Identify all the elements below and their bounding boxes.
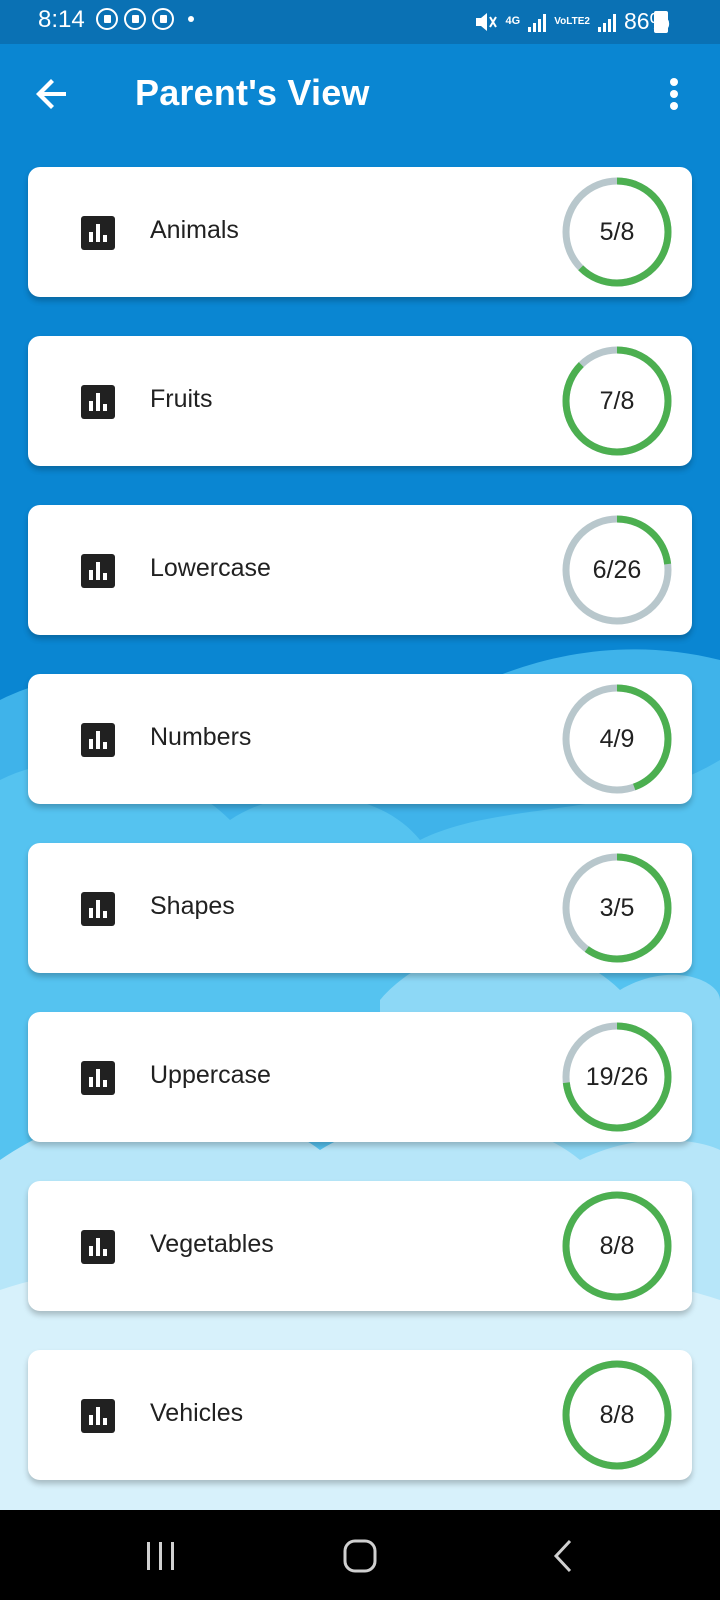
progress-ring: 7/8	[561, 345, 673, 457]
progress-text: 5/8	[599, 218, 635, 246]
category-card[interactable]: Animals 5/8	[28, 167, 692, 297]
status-indicators: 4G VoLTE2 86%	[474, 8, 670, 35]
signal-icon	[597, 12, 616, 32]
notification-icons	[96, 8, 194, 30]
progress-text: 19/26	[585, 1063, 649, 1091]
category-card[interactable]: Numbers 4/9	[28, 674, 692, 804]
recent-apps-button[interactable]	[145, 1540, 177, 1572]
bar-chart-icon	[81, 1399, 115, 1433]
progress-ring: 4/9	[561, 683, 673, 795]
progress-ring: 5/8	[561, 176, 673, 288]
nav-back-button[interactable]	[548, 1538, 578, 1574]
category-card[interactable]: Shapes 3/5	[28, 843, 692, 973]
bar-chart-icon	[81, 723, 115, 757]
home-button[interactable]	[342, 1538, 378, 1574]
bar-chart-icon	[81, 1230, 115, 1264]
back-button[interactable]	[28, 70, 76, 118]
progress-ring: 19/26	[561, 1021, 673, 1133]
progress-text: 6/26	[592, 556, 642, 584]
bar-chart-icon	[81, 892, 115, 926]
notification-app-icon	[124, 8, 146, 30]
progress-text: 8/8	[599, 1401, 635, 1429]
category-card[interactable]: Uppercase 19/26	[28, 1012, 692, 1142]
more-vert-icon	[670, 78, 678, 110]
page-title: Parent's View	[135, 72, 370, 113]
status-bar: 8:14 4G VoLTE2 86%	[0, 0, 720, 44]
category-card[interactable]: Vehicles 8/8	[28, 1350, 692, 1480]
category-label: Animals	[150, 216, 239, 244]
home-icon	[343, 1539, 377, 1573]
category-label: Uppercase	[150, 1061, 271, 1089]
mute-icon	[475, 12, 497, 31]
bar-chart-icon	[81, 554, 115, 588]
bar-chart-icon	[81, 1061, 115, 1095]
category-label: Vegetables	[150, 1230, 274, 1258]
network-type-label: 4G	[505, 15, 521, 27]
progress-text: 4/9	[599, 725, 635, 753]
category-label: Vehicles	[150, 1399, 244, 1427]
system-nav-bar	[0, 1510, 720, 1600]
category-label: Shapes	[150, 892, 235, 920]
app-bar: Parent's View	[0, 44, 720, 144]
category-card[interactable]: Vegetables 8/8	[28, 1181, 692, 1311]
whatsapp-icon	[152, 8, 174, 30]
category-list: Animals 5/8 Fruits 7/8 Lowercase 6/26 Nu…	[28, 167, 692, 1519]
category-card[interactable]: Lowercase 6/26	[28, 505, 692, 635]
progress-ring: 8/8	[561, 1190, 673, 1302]
signal-icon	[528, 12, 547, 32]
bar-chart-icon	[81, 385, 115, 419]
battery-icon	[654, 11, 668, 33]
progress-ring: 3/5	[561, 852, 673, 964]
notification-app-icon	[96, 8, 118, 30]
progress-ring: 8/8	[561, 1359, 673, 1471]
progress-text: 3/5	[599, 894, 635, 922]
more-options-button[interactable]	[650, 70, 698, 118]
progress-text: 8/8	[599, 1232, 635, 1260]
category-label: Numbers	[150, 723, 252, 751]
more-notifications-dot-icon	[188, 16, 194, 22]
category-card[interactable]: Fruits 7/8	[28, 336, 692, 466]
status-time: 8:14	[38, 6, 85, 33]
category-label: Fruits	[150, 385, 213, 413]
volte-label: VoLTE2	[554, 15, 590, 27]
category-label: Lowercase	[150, 554, 271, 582]
progress-text: 7/8	[599, 387, 635, 415]
bar-chart-icon	[81, 216, 115, 250]
recent-apps-icon	[147, 1542, 174, 1570]
progress-ring: 6/26	[561, 514, 673, 626]
nav-back-icon	[553, 1539, 572, 1573]
arrow-back-icon	[36, 79, 66, 109]
